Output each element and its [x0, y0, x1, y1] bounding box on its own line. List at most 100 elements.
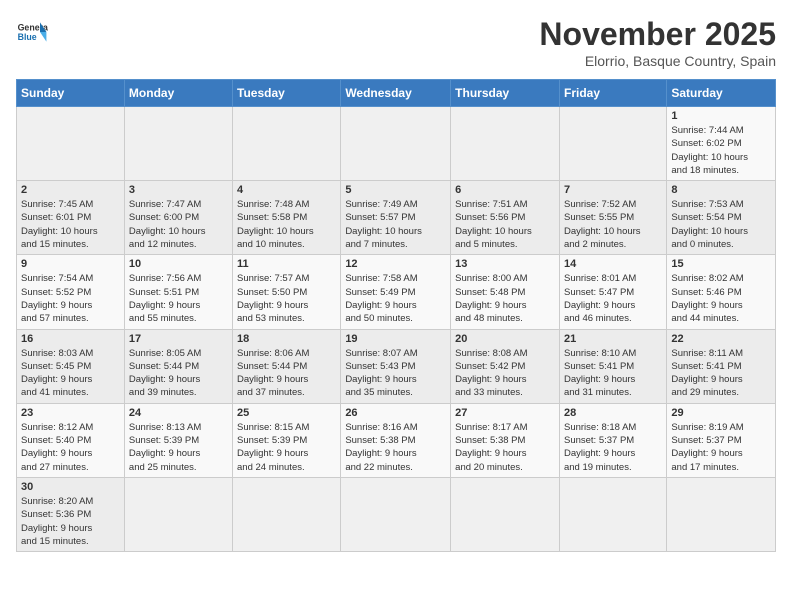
day-number: 14 — [564, 258, 662, 270]
day-info: Sunrise: 8:18 AM Sunset: 5:37 PM Dayligh… — [564, 421, 662, 474]
calendar-cell: 16 Sunrise: 8:03 AM Sunset: 5:45 PM Dayli… — [17, 329, 125, 403]
calendar-cell: 4 Sunrise: 7:48 AM Sunset: 5:58 PM Daylig… — [233, 181, 341, 255]
calendar-week-row: 16 Sunrise: 8:03 AM Sunset: 5:45 PM Dayli… — [17, 329, 776, 403]
weekday-header: Thursday — [451, 80, 560, 107]
day-number: 13 — [455, 258, 555, 270]
day-info: Sunrise: 7:53 AM Sunset: 5:54 PM Dayligh… — [671, 198, 771, 251]
day-info: Sunrise: 8:08 AM Sunset: 5:42 PM Dayligh… — [455, 347, 555, 400]
location: Elorrio, Basque Country, Spain — [539, 53, 776, 69]
calendar-cell: 6 Sunrise: 7:51 AM Sunset: 5:56 PM Daylig… — [451, 181, 560, 255]
day-number: 27 — [455, 407, 555, 419]
day-number: 5 — [345, 184, 446, 196]
calendar-cell — [559, 477, 666, 551]
day-info: Sunrise: 8:00 AM Sunset: 5:48 PM Dayligh… — [455, 272, 555, 325]
day-number: 26 — [345, 407, 446, 419]
day-info: Sunrise: 8:07 AM Sunset: 5:43 PM Dayligh… — [345, 347, 446, 400]
day-info: Sunrise: 8:03 AM Sunset: 5:45 PM Dayligh… — [21, 347, 120, 400]
day-info: Sunrise: 8:16 AM Sunset: 5:38 PM Dayligh… — [345, 421, 446, 474]
calendar-cell — [559, 107, 666, 181]
calendar-cell: 10 Sunrise: 7:56 AM Sunset: 5:51 PM Dayli… — [124, 255, 232, 329]
day-info: Sunrise: 7:52 AM Sunset: 5:55 PM Dayligh… — [564, 198, 662, 251]
day-info: Sunrise: 7:54 AM Sunset: 5:52 PM Dayligh… — [21, 272, 120, 325]
day-info: Sunrise: 8:01 AM Sunset: 5:47 PM Dayligh… — [564, 272, 662, 325]
calendar-cell — [233, 477, 341, 551]
calendar-week-row: 1Sunrise: 7:44 AM Sunset: 6:02 PM Daylig… — [17, 107, 776, 181]
calendar-cell: 18Sunrise: 8:06 AM Sunset: 5:44 PM Dayli… — [233, 329, 341, 403]
calendar-cell — [17, 107, 125, 181]
weekday-header: Monday — [124, 80, 232, 107]
day-number: 23 — [21, 407, 120, 419]
day-info: Sunrise: 7:49 AM Sunset: 5:57 PM Dayligh… — [345, 198, 446, 251]
month-title: November 2025 — [539, 16, 776, 53]
calendar-cell: 27Sunrise: 8:17 AM Sunset: 5:38 PM Dayli… — [451, 403, 560, 477]
day-number: 9 — [21, 258, 120, 270]
calendar-cell: 24 Sunrise: 8:13 AM Sunset: 5:39 PM Dayli… — [124, 403, 232, 477]
day-info: Sunrise: 8:15 AM Sunset: 5:39 PM Dayligh… — [237, 421, 336, 474]
calendar-cell: 9 Sunrise: 7:54 AM Sunset: 5:52 PM Daylig… — [17, 255, 125, 329]
calendar-cell: 12 Sunrise: 7:58 AM Sunset: 5:49 PM Dayli… — [341, 255, 451, 329]
calendar-week-row: 23 Sunrise: 8:12 AM Sunset: 5:40 PM Dayli… — [17, 403, 776, 477]
title-block: November 2025 Elorrio, Basque Country, S… — [539, 16, 776, 69]
day-number: 6 — [455, 184, 555, 196]
weekday-header: Saturday — [667, 80, 776, 107]
calendar-cell — [451, 477, 560, 551]
calendar-cell: 8Sunrise: 7:53 AM Sunset: 5:54 PM Daylig… — [667, 181, 776, 255]
calendar-cell: 11Sunrise: 7:57 AM Sunset: 5:50 PM Dayli… — [233, 255, 341, 329]
weekday-header: Sunday — [17, 80, 125, 107]
day-info: Sunrise: 7:48 AM Sunset: 5:58 PM Dayligh… — [237, 198, 336, 251]
day-number: 16 — [21, 333, 120, 345]
calendar-body: 1Sunrise: 7:44 AM Sunset: 6:02 PM Daylig… — [17, 107, 776, 552]
day-number: 30 — [21, 481, 120, 493]
calendar-cell: 15Sunrise: 8:02 AM Sunset: 5:46 PM Dayli… — [667, 255, 776, 329]
calendar-cell: 29 Sunrise: 8:19 AM Sunset: 5:37 PM Dayli… — [667, 403, 776, 477]
day-number: 10 — [129, 258, 228, 270]
day-number: 18 — [237, 333, 336, 345]
calendar-cell: 13 Sunrise: 8:00 AM Sunset: 5:48 PM Dayli… — [451, 255, 560, 329]
calendar-cell: 25 Sunrise: 8:15 AM Sunset: 5:39 PM Dayli… — [233, 403, 341, 477]
day-number: 22 — [671, 333, 771, 345]
day-number: 29 — [671, 407, 771, 419]
weekday-header: Wednesday — [341, 80, 451, 107]
day-number: 24 — [129, 407, 228, 419]
day-number: 25 — [237, 407, 336, 419]
calendar-week-row: 2 Sunrise: 7:45 AM Sunset: 6:01 PM Daylig… — [17, 181, 776, 255]
calendar-cell: 3Sunrise: 7:47 AM Sunset: 6:00 PM Daylig… — [124, 181, 232, 255]
day-number: 2 — [21, 184, 120, 196]
calendar-header: SundayMondayTuesdayWednesdayThursdayFrid… — [17, 80, 776, 107]
calendar-cell: 26 Sunrise: 8:16 AM Sunset: 5:38 PM Dayli… — [341, 403, 451, 477]
weekday-header: Tuesday — [233, 80, 341, 107]
day-info: Sunrise: 7:58 AM Sunset: 5:49 PM Dayligh… — [345, 272, 446, 325]
day-info: Sunrise: 7:51 AM Sunset: 5:56 PM Dayligh… — [455, 198, 555, 251]
logo-icon: General Blue — [16, 16, 48, 48]
calendar-cell: 22Sunrise: 8:11 AM Sunset: 5:41 PM Dayli… — [667, 329, 776, 403]
calendar-cell: 14 Sunrise: 8:01 AM Sunset: 5:47 PM Dayli… — [559, 255, 666, 329]
calendar-cell — [124, 107, 232, 181]
day-info: Sunrise: 7:56 AM Sunset: 5:51 PM Dayligh… — [129, 272, 228, 325]
day-number: 12 — [345, 258, 446, 270]
day-info: Sunrise: 8:10 AM Sunset: 5:41 PM Dayligh… — [564, 347, 662, 400]
calendar-cell: 20Sunrise: 8:08 AM Sunset: 5:42 PM Dayli… — [451, 329, 560, 403]
calendar-cell — [451, 107, 560, 181]
day-info: Sunrise: 7:45 AM Sunset: 6:01 PM Dayligh… — [21, 198, 120, 251]
day-info: Sunrise: 8:19 AM Sunset: 5:37 PM Dayligh… — [671, 421, 771, 474]
page-header: General Blue November 2025 Elorrio, Basq… — [16, 16, 776, 69]
day-number: 19 — [345, 333, 446, 345]
calendar-cell — [667, 477, 776, 551]
day-number: 4 — [237, 184, 336, 196]
day-info: Sunrise: 8:05 AM Sunset: 5:44 PM Dayligh… — [129, 347, 228, 400]
logo: General Blue — [16, 16, 48, 48]
day-info: Sunrise: 7:44 AM Sunset: 6:02 PM Dayligh… — [671, 124, 771, 177]
day-number: 17 — [129, 333, 228, 345]
day-number: 7 — [564, 184, 662, 196]
calendar-week-row: 9 Sunrise: 7:54 AM Sunset: 5:52 PM Daylig… — [17, 255, 776, 329]
calendar-cell — [124, 477, 232, 551]
day-info: Sunrise: 8:12 AM Sunset: 5:40 PM Dayligh… — [21, 421, 120, 474]
day-info: Sunrise: 8:02 AM Sunset: 5:46 PM Dayligh… — [671, 272, 771, 325]
calendar-cell: 5 Sunrise: 7:49 AM Sunset: 5:57 PM Daylig… — [341, 181, 451, 255]
calendar-cell — [341, 107, 451, 181]
calendar-table: SundayMondayTuesdayWednesdayThursdayFrid… — [16, 79, 776, 552]
calendar-cell: 19 Sunrise: 8:07 AM Sunset: 5:43 PM Dayli… — [341, 329, 451, 403]
day-number: 21 — [564, 333, 662, 345]
day-info: Sunrise: 8:13 AM Sunset: 5:39 PM Dayligh… — [129, 421, 228, 474]
svg-text:Blue: Blue — [18, 32, 37, 42]
